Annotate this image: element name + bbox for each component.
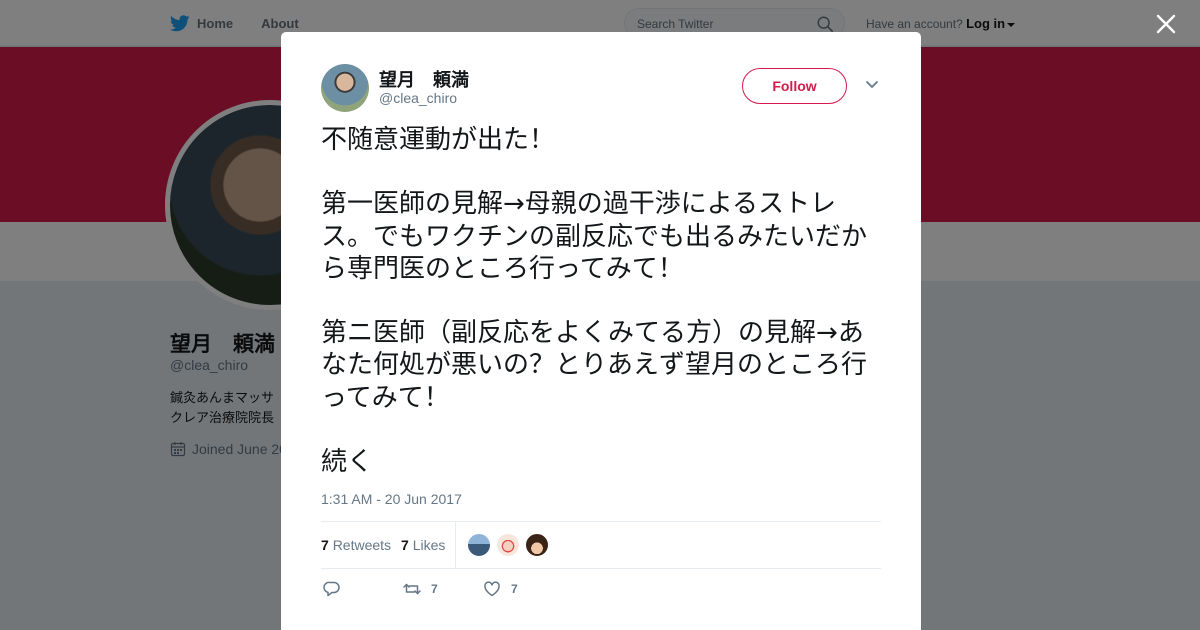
- liker-avatar[interactable]: [525, 533, 549, 557]
- tweet-stats: 7 Retweets 7 Likes: [321, 521, 881, 569]
- chevron-down-icon[interactable]: [865, 80, 879, 90]
- tweet-text: 不随意運動が出た！ 第一医師の見解→母親の過干渉によるストレス。でもワクチンの副…: [321, 125, 868, 478]
- reply-icon: [323, 581, 340, 597]
- author-avatar[interactable]: [321, 64, 369, 112]
- author-handle[interactable]: @clea_chiro: [379, 90, 457, 106]
- tweet-timestamp[interactable]: 1:31 AM - 20 Jun 2017: [321, 491, 462, 507]
- follow-button[interactable]: Follow: [742, 68, 847, 104]
- author-name[interactable]: 望月 頼満: [379, 66, 469, 92]
- liker-avatar[interactable]: [467, 533, 491, 557]
- retweet-icon: [403, 583, 421, 595]
- likes-count: 7: [401, 537, 409, 553]
- tweet-modal: 望月 頼満 @clea_chiro Follow 不随意運動が出た！ 第一医師の…: [281, 32, 921, 630]
- retweets-stat[interactable]: 7 Retweets: [321, 537, 391, 553]
- likes-stat[interactable]: 7 Likes: [401, 537, 445, 553]
- retweet-button[interactable]: 7: [403, 580, 438, 598]
- retweet-action-count: 7: [431, 582, 438, 596]
- likes-label: Likes: [412, 537, 446, 553]
- like-action-count: 7: [511, 582, 518, 596]
- retweets-label: Retweets: [332, 537, 392, 553]
- stats-divider: [455, 522, 456, 568]
- close-icon[interactable]: [1155, 13, 1177, 35]
- retweets-count: 7: [321, 537, 329, 553]
- reply-button[interactable]: [323, 580, 351, 598]
- like-button[interactable]: 7: [483, 580, 518, 598]
- heart-icon: [484, 581, 500, 597]
- tweet-actions: 7 7: [321, 580, 881, 602]
- liker-avatar[interactable]: [496, 533, 520, 557]
